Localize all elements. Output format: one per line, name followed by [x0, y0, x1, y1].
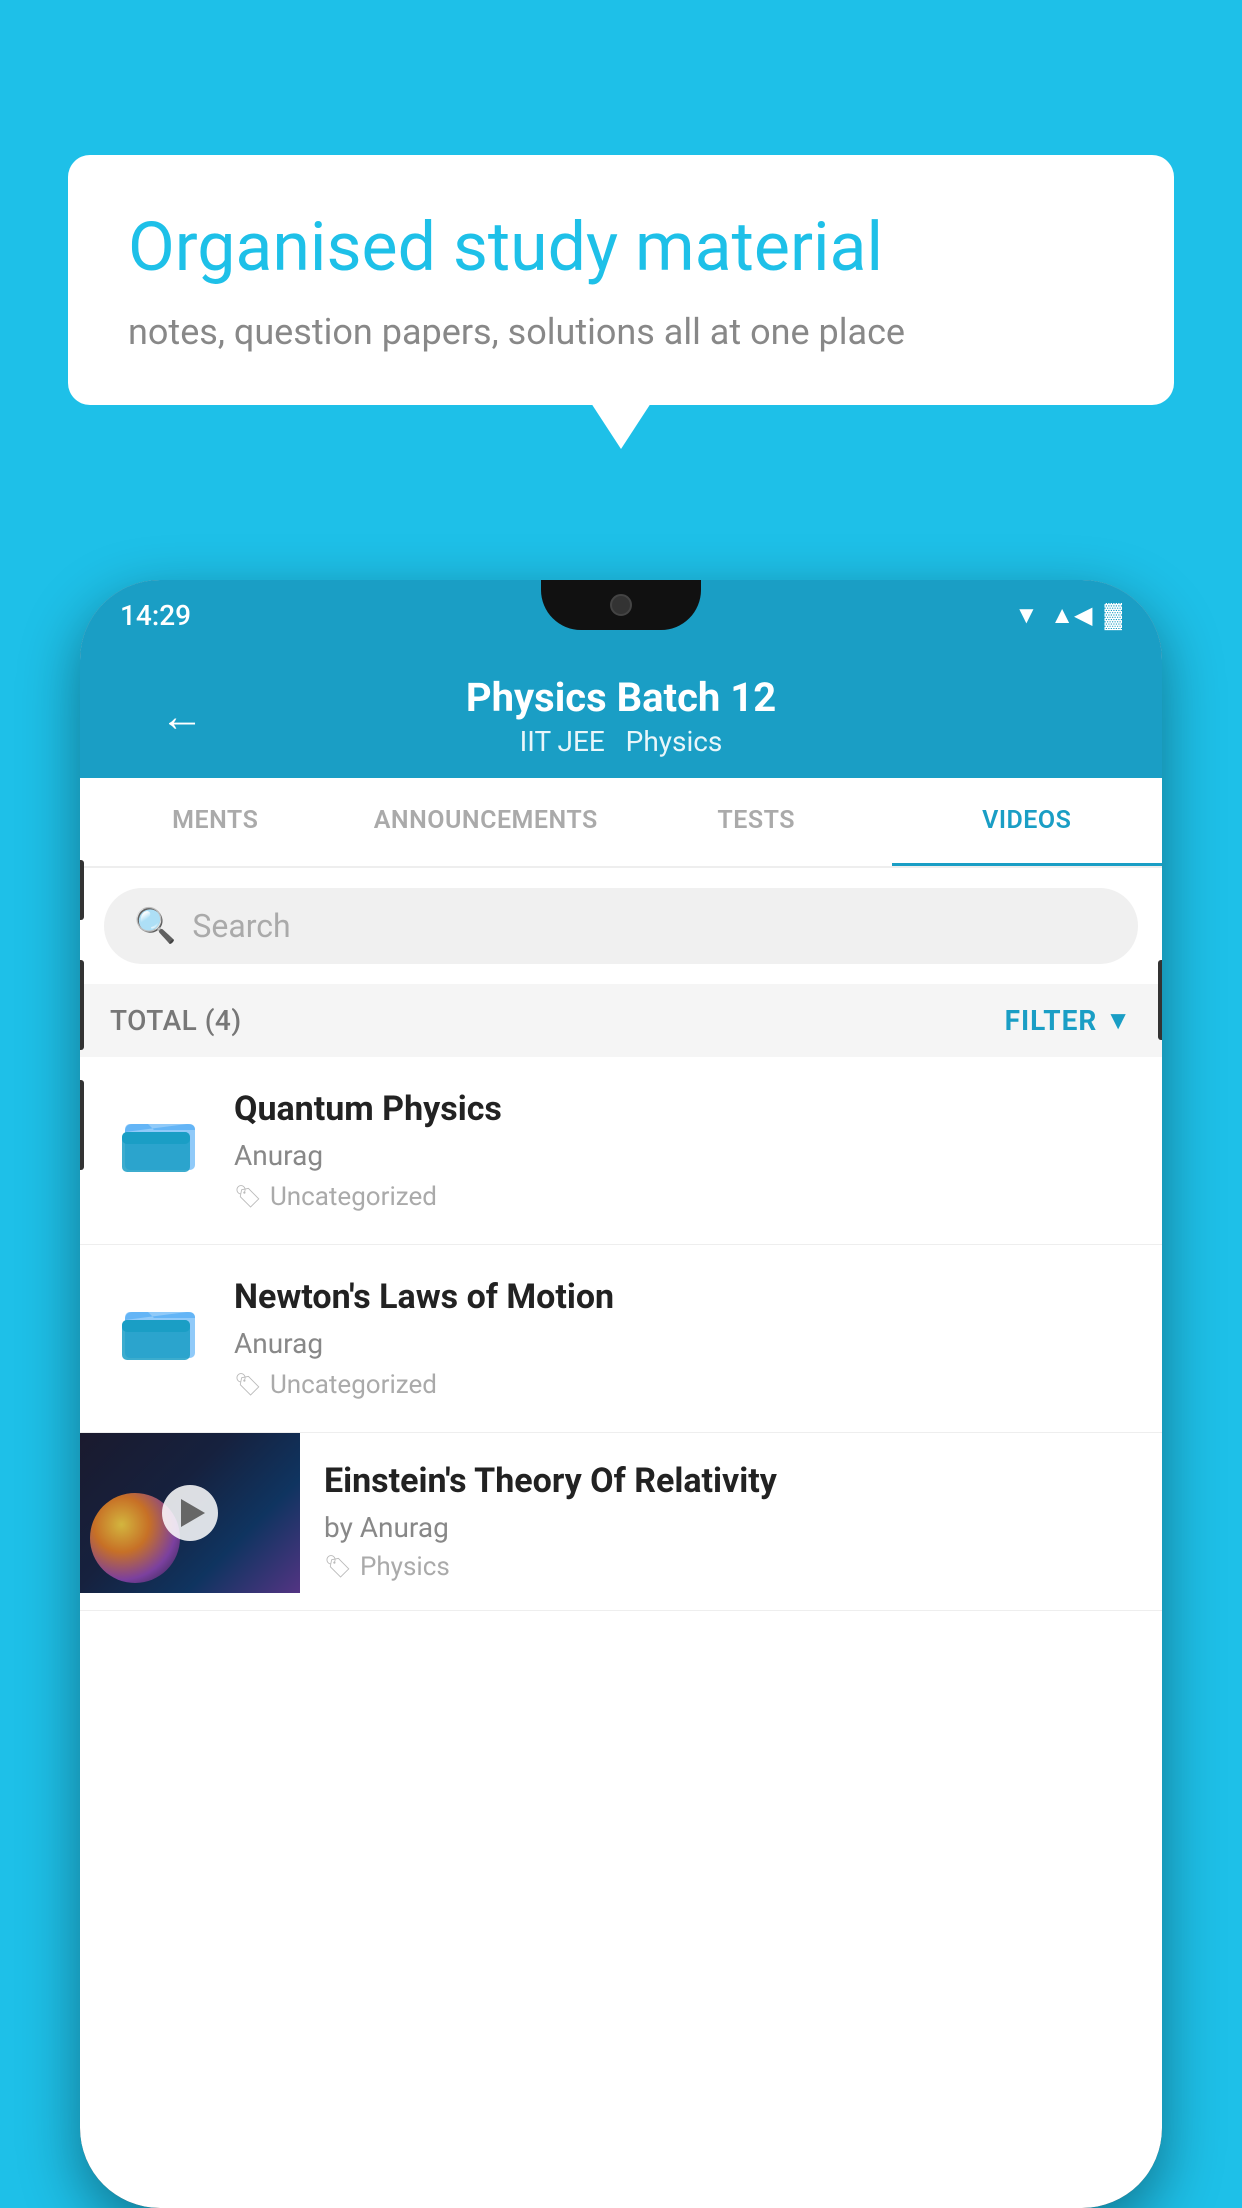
play-button[interactable]	[162, 1485, 218, 1541]
battery-icon: ▓	[1105, 601, 1123, 630]
folder-icon	[120, 1104, 200, 1174]
wifi-icon: ▼	[1015, 601, 1039, 630]
tab-videos[interactable]: VIDEOS	[892, 778, 1163, 866]
tabs-bar: MENTS ANNOUNCEMENTS TESTS VIDEOS	[80, 778, 1162, 868]
video-list: Quantum Physics Anurag 🏷 Uncategorized	[80, 1057, 1162, 1611]
video-author: by Anurag	[324, 1511, 1138, 1544]
app-header: ← Physics Batch 12 IIT JEE Physics	[80, 650, 1162, 778]
tab-tests[interactable]: TESTS	[621, 778, 892, 866]
video-author: Anurag	[234, 1327, 1132, 1360]
phone-frame: 14:29 ▼ ▲◀ ▓ ← Physics Batch 12 IIT JEE …	[80, 580, 1162, 2208]
batch-title: Physics Batch 12	[466, 674, 776, 721]
search-input[interactable]: Search	[192, 907, 290, 945]
status-icons: ▼ ▲◀ ▓	[1015, 601, 1122, 630]
bubble-subtitle: notes, question papers, solutions all at…	[128, 311, 1114, 353]
power-button	[1158, 960, 1162, 1040]
list-item[interactable]: Quantum Physics Anurag 🏷 Uncategorized	[80, 1057, 1162, 1245]
tag-label: Uncategorized	[270, 1370, 437, 1400]
tag-label: Uncategorized	[270, 1182, 437, 1212]
video-thumbnail-einstein	[80, 1433, 300, 1593]
video-thumbnail	[110, 1277, 210, 1377]
video-title: Einstein's Theory Of Relativity	[324, 1461, 1138, 1501]
video-info: Einstein's Theory Of Relativity by Anura…	[300, 1433, 1162, 1610]
video-title: Quantum Physics	[234, 1089, 1132, 1129]
video-tag: 🏷 Physics	[324, 1552, 1138, 1582]
video-thumbnail	[110, 1089, 210, 1189]
header-tags: IIT JEE Physics	[466, 725, 776, 758]
video-author: Anurag	[234, 1139, 1132, 1172]
filter-row: TOTAL (4) FILTER ▼	[80, 984, 1162, 1057]
video-info: Quantum Physics Anurag 🏷 Uncategorized	[234, 1089, 1132, 1212]
total-label: TOTAL (4)	[110, 1004, 242, 1037]
status-bar: 14:29 ▼ ▲◀ ▓	[80, 580, 1162, 650]
search-icon: 🔍	[134, 906, 176, 946]
filter-icon: ▼	[1105, 1005, 1132, 1036]
video-tag: 🏷 Uncategorized	[234, 1370, 1132, 1400]
phone-inner: 14:29 ▼ ▲◀ ▓ ← Physics Batch 12 IIT JEE …	[80, 580, 1162, 2208]
back-button[interactable]: ←	[160, 690, 204, 742]
speech-bubble: Organised study material notes, question…	[68, 155, 1174, 405]
status-time: 14:29	[120, 599, 191, 632]
signal-icon: ▲◀	[1050, 601, 1092, 630]
tag-icon: 🏷	[234, 1373, 262, 1398]
silent-button	[80, 1080, 84, 1170]
video-info: Newton's Laws of Motion Anurag 🏷 Uncateg…	[234, 1277, 1132, 1400]
filter-button[interactable]: FILTER ▼	[1005, 1004, 1132, 1037]
search-wrapper: 🔍 Search	[80, 868, 1162, 984]
filter-label: FILTER	[1005, 1004, 1098, 1037]
camera-icon	[610, 594, 632, 616]
volume-up-button	[80, 860, 84, 920]
tag-iit: IIT JEE Physics	[520, 725, 723, 758]
header-row: ← Physics Batch 12 IIT JEE Physics	[120, 674, 1122, 758]
tab-ments[interactable]: MENTS	[80, 778, 351, 866]
list-item[interactable]: Einstein's Theory Of Relativity by Anura…	[80, 1433, 1162, 1611]
volume-down-button	[80, 960, 84, 1050]
bubble-title: Organised study material	[128, 207, 1114, 289]
list-item[interactable]: Newton's Laws of Motion Anurag 🏷 Uncateg…	[80, 1245, 1162, 1433]
video-tag: 🏷 Uncategorized	[234, 1182, 1132, 1212]
tag-icon: 🏷	[234, 1185, 262, 1210]
video-title: Newton's Laws of Motion	[234, 1277, 1132, 1317]
play-triangle-icon	[181, 1499, 205, 1527]
folder-icon	[120, 1292, 200, 1362]
tab-announcements[interactable]: ANNOUNCEMENTS	[351, 778, 622, 866]
notch	[541, 580, 701, 630]
search-bar[interactable]: 🔍 Search	[104, 888, 1138, 964]
speech-bubble-container: Organised study material notes, question…	[68, 155, 1174, 405]
tag-icon: 🏷	[324, 1555, 352, 1580]
tag-label: Physics	[360, 1552, 450, 1582]
